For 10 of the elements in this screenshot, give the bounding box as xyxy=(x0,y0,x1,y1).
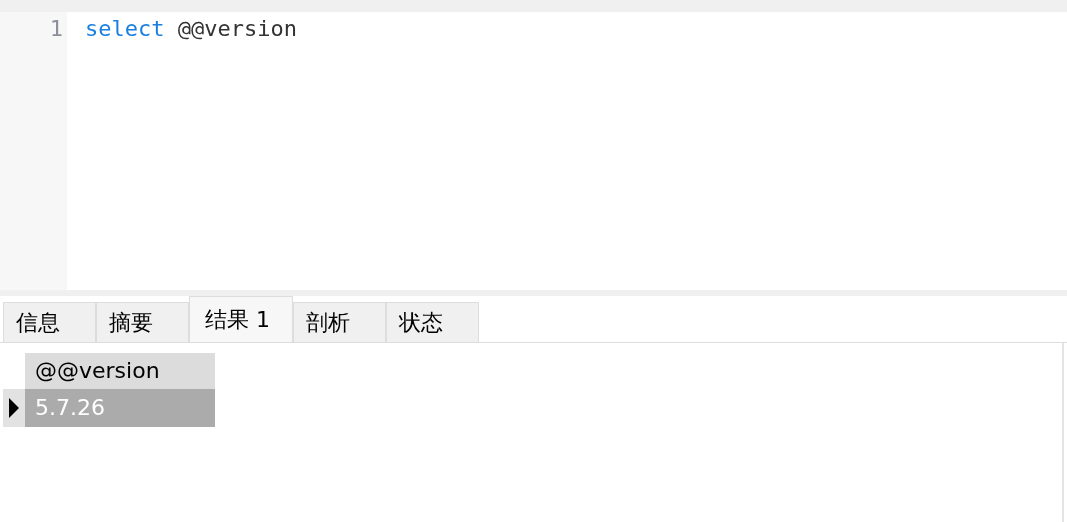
tab[interactable]: 状态 xyxy=(386,302,479,342)
triangle-icon xyxy=(9,398,19,418)
tab[interactable]: 结果 1 xyxy=(189,296,293,342)
sql-text: @@version xyxy=(176,15,297,43)
sql-keyword: select xyxy=(85,15,165,43)
tab[interactable]: 信息 xyxy=(3,302,96,342)
line-number: 1 xyxy=(48,15,64,43)
column-header[interactable]: @@version xyxy=(25,353,215,389)
tab[interactable]: 剖析 xyxy=(293,302,386,342)
tab[interactable]: 摘要 xyxy=(96,302,189,342)
